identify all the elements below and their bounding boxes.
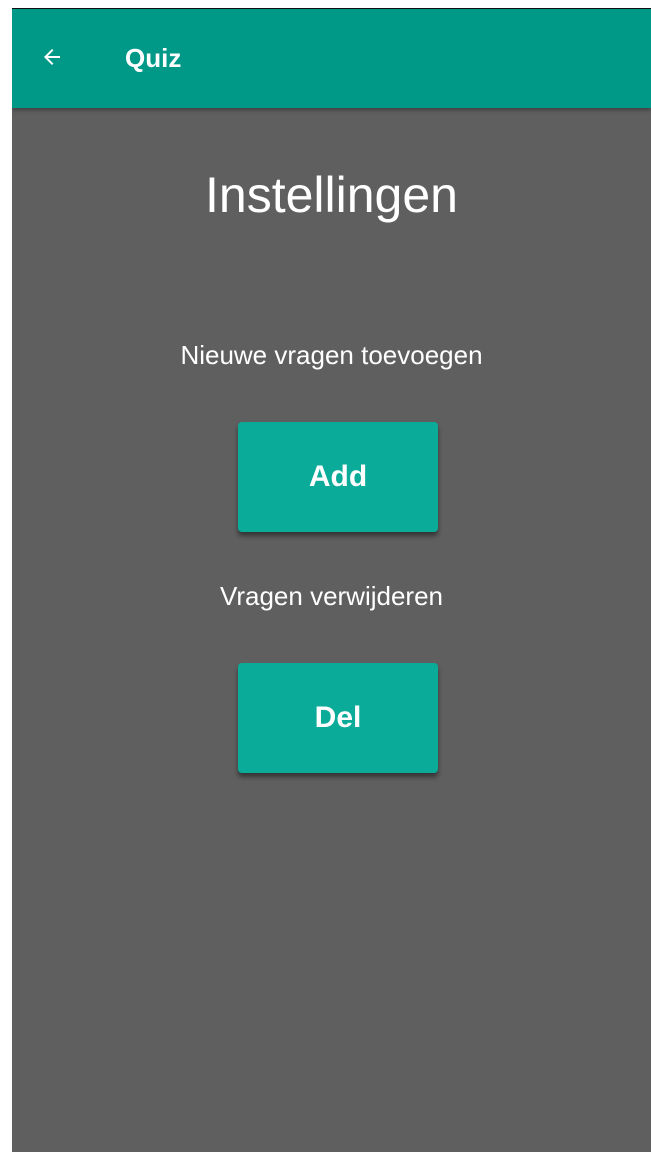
page-title: Instellingen: [205, 167, 458, 223]
add-questions-label: Nieuwe vragen toevoegen: [180, 340, 483, 370]
app-bar-title: Quiz: [125, 43, 182, 73]
delete-button[interactable]: Del: [238, 663, 438, 773]
add-button[interactable]: Add: [238, 422, 438, 532]
app-bar: Quiz: [12, 9, 651, 108]
delete-questions-label: Vragen verwijderen: [219, 581, 444, 611]
app-screen: Quiz Instellingen Nieuwe vragen toevoege…: [12, 8, 651, 1152]
back-button[interactable]: [32, 39, 72, 79]
arrow-left-icon: [40, 45, 64, 74]
